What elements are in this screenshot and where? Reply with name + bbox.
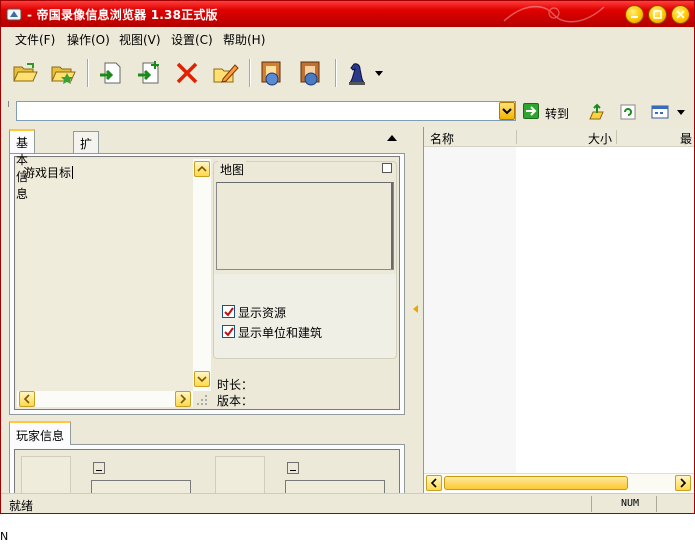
scroll-down-button[interactable] bbox=[194, 371, 210, 387]
column-divider[interactable] bbox=[516, 130, 517, 144]
analyze-icon[interactable] bbox=[258, 59, 286, 87]
checkmark-icon bbox=[224, 307, 234, 317]
status-text: 就绪 bbox=[9, 499, 34, 513]
scroll-left-button[interactable] bbox=[19, 391, 35, 407]
basic-info-inner: 游戏目标 地图 显示资源 显示单位和建筑 时长： 版本： bbox=[14, 156, 400, 410]
version-label: 版本： bbox=[217, 394, 254, 408]
chevron-right-icon bbox=[680, 478, 687, 488]
window-title: - 帝国录像信息浏览器 1.38正式版 bbox=[27, 8, 218, 22]
list-header: 名称 大小 最 bbox=[424, 127, 694, 147]
collapse-panel-icon[interactable] bbox=[387, 135, 397, 141]
menu-settings[interactable]: 设置(C) bbox=[171, 31, 213, 48]
goto-button[interactable]: 转到 bbox=[545, 105, 569, 122]
address-bar: 转到 bbox=[1, 97, 694, 127]
column-size[interactable]: 大小 bbox=[588, 130, 612, 147]
address-input[interactable] bbox=[16, 101, 516, 121]
chevron-left-icon bbox=[23, 394, 30, 404]
duration-label: 时长： bbox=[217, 378, 254, 392]
toolbar-separator bbox=[335, 59, 337, 87]
show-resources-checkbox[interactable] bbox=[222, 305, 235, 318]
open-folder-icon[interactable] bbox=[11, 59, 39, 87]
scroll-right-button[interactable] bbox=[175, 391, 191, 407]
show-resources-label: 显示资源 bbox=[238, 306, 287, 320]
analyze-alt-icon[interactable] bbox=[297, 59, 325, 87]
basic-info-panel: 游戏目标 地图 显示资源 显示单位和建筑 时长： 版本： bbox=[9, 153, 405, 415]
player-collapse-button[interactable] bbox=[93, 462, 105, 474]
show-units-checkbox[interactable] bbox=[222, 325, 235, 338]
chevron-down-icon bbox=[197, 376, 207, 383]
left-panel: 基本信息 扩展信息 游戏目标 bbox=[1, 127, 411, 513]
num-lock-indicator: NUM bbox=[621, 498, 640, 509]
menu-help[interactable]: 帮助(H) bbox=[223, 31, 265, 48]
status-divider bbox=[591, 496, 592, 512]
menu-view[interactable]: 视图(V) bbox=[119, 31, 161, 48]
list-horizontal-scrollbar[interactable] bbox=[424, 473, 694, 491]
goal-horizontal-scrollbar[interactable] bbox=[17, 391, 193, 407]
chevron-up-icon bbox=[197, 165, 207, 172]
chevron-down-icon bbox=[502, 108, 512, 115]
title-bar[interactable]: - 帝国录像信息浏览器 1.38正式版 bbox=[1, 1, 694, 27]
app-icon[interactable] bbox=[6, 6, 22, 22]
column-more[interactable]: 最 bbox=[680, 130, 692, 147]
game-goal-textarea[interactable]: 游戏目标 bbox=[17, 159, 205, 391]
column-name[interactable]: 名称 bbox=[430, 130, 454, 147]
maximize-icon bbox=[653, 10, 662, 19]
close-icon bbox=[676, 10, 685, 19]
scroll-up-button[interactable] bbox=[194, 161, 210, 177]
chevron-right-icon bbox=[180, 394, 187, 404]
address-dropdown-button[interactable] bbox=[499, 102, 515, 120]
checkmark-icon bbox=[224, 327, 234, 337]
minimize-icon bbox=[631, 16, 638, 18]
map-view[interactable] bbox=[216, 182, 394, 270]
view-mode-icon[interactable] bbox=[651, 103, 669, 121]
text-caret bbox=[72, 166, 74, 179]
stray-text: N bbox=[0, 530, 9, 543]
tab-extended-info[interactable]: 扩展信息 bbox=[73, 131, 100, 202]
resize-grip-icon[interactable] bbox=[195, 393, 209, 407]
tab-basic-info[interactable]: 基本信息 bbox=[9, 129, 36, 201]
menu-file[interactable]: 文件(F) bbox=[15, 31, 55, 48]
map-options: 显示资源 显示单位和建筑 bbox=[214, 274, 396, 358]
splitter-arrow-icon[interactable] bbox=[413, 305, 418, 313]
app-window: - 帝国录像信息浏览器 1.38正式版 文件(F) 操作(O) 视图(V) 设置… bbox=[0, 0, 695, 514]
close-button[interactable] bbox=[671, 5, 690, 24]
refresh-icon[interactable] bbox=[619, 103, 637, 121]
up-folder-icon[interactable] bbox=[587, 103, 605, 121]
open-folder-star-icon[interactable] bbox=[49, 59, 77, 87]
minimize-button[interactable] bbox=[625, 5, 644, 24]
maximize-button[interactable] bbox=[648, 5, 667, 24]
list-scroll-left-button[interactable] bbox=[426, 475, 442, 491]
add-icon[interactable] bbox=[135, 59, 163, 87]
import-icon[interactable] bbox=[97, 59, 125, 87]
map-group: 地图 显示资源 显示单位和建筑 bbox=[213, 161, 397, 359]
title-decoration-icon bbox=[503, 6, 605, 23]
goal-vertical-scrollbar[interactable] bbox=[193, 159, 211, 391]
toolbar-separator bbox=[249, 59, 251, 87]
file-list[interactable]: 名称 大小 最 bbox=[423, 127, 694, 493]
edit-icon[interactable] bbox=[211, 59, 239, 87]
delete-icon[interactable] bbox=[173, 59, 201, 87]
map-expand-checkbox[interactable] bbox=[382, 163, 392, 173]
game-goal-label: 游戏目标 bbox=[23, 166, 72, 180]
knight-icon[interactable] bbox=[343, 59, 371, 87]
column-divider[interactable] bbox=[616, 130, 617, 144]
chevron-down-icon[interactable] bbox=[375, 71, 383, 77]
menu-bar: 文件(F) 操作(O) 视图(V) 设置(C) 帮助(H) bbox=[1, 27, 694, 49]
tab-player-info[interactable]: 玩家信息 bbox=[9, 421, 72, 445]
map-label: 地图 bbox=[218, 161, 247, 178]
list-scroll-thumb[interactable] bbox=[444, 476, 628, 490]
chevron-left-icon bbox=[430, 478, 437, 488]
toolbar-separator bbox=[87, 59, 89, 87]
goto-arrow-icon[interactable] bbox=[523, 103, 539, 119]
address-grip[interactable] bbox=[8, 101, 10, 107]
show-units-label: 显示单位和建筑 bbox=[238, 326, 323, 340]
chevron-down-icon[interactable] bbox=[677, 110, 685, 116]
status-divider bbox=[656, 496, 657, 512]
toolbar bbox=[1, 49, 694, 97]
player-collapse-button[interactable] bbox=[287, 462, 299, 474]
list-scroll-right-button[interactable] bbox=[675, 475, 691, 491]
name-column-band bbox=[424, 147, 516, 473]
status-bar: 就绪 NUM bbox=[1, 493, 694, 513]
menu-operate[interactable]: 操作(O) bbox=[67, 31, 110, 48]
